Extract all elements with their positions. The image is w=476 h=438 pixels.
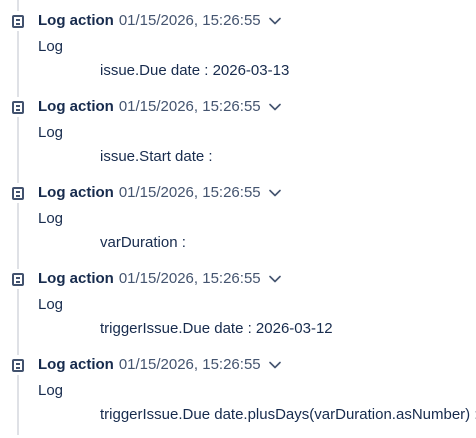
log-entry: Log action 01/15/2026, 15:26:55 Log issu…	[0, 8, 476, 94]
log-document-icon	[8, 97, 28, 117]
log-entry-timestamp: 01/15/2026, 15:26:55	[118, 98, 261, 115]
log-entry: Log action 01/15/2026, 15:26:55 Log varD…	[0, 180, 476, 266]
log-entry-timestamp: 01/15/2026, 15:26:55	[118, 184, 261, 201]
log-entry-header[interactable]: Log action 01/15/2026, 15:26:55	[38, 356, 283, 373]
chevron-down-icon[interactable]	[267, 357, 283, 373]
log-entry: Log action 01/15/2026, 15:26:55 Log trig…	[0, 352, 476, 438]
log-entry-title: Log action	[38, 184, 114, 201]
log-document-icon	[8, 269, 28, 289]
log-entry-header[interactable]: Log action 01/15/2026, 15:26:55	[38, 12, 283, 29]
log-entry-message: varDuration :	[100, 234, 186, 251]
log-document-icon	[8, 183, 28, 203]
chevron-down-icon[interactable]	[267, 185, 283, 201]
log-entry-message: triggerIssue.Due date : 2026-03-12	[100, 320, 333, 337]
log-entry-header[interactable]: Log action 01/15/2026, 15:26:55	[38, 270, 283, 287]
log-entry-label: Log	[38, 38, 64, 55]
log-entry: Log action 01/15/2026, 15:26:55 Log issu…	[0, 94, 476, 180]
log-entry-message: issue.Due date : 2026-03-13	[100, 62, 290, 79]
log-entry-label: Log	[38, 124, 64, 141]
audit-log-list: Log action 01/15/2026, 15:26:55 Log issu…	[0, 8, 476, 438]
log-entry-title: Log action	[38, 12, 114, 29]
log-entry-title: Log action	[38, 270, 114, 287]
log-entry-label: Log	[38, 382, 64, 399]
log-document-icon	[8, 11, 28, 31]
log-entry-label: Log	[38, 296, 64, 313]
log-entry-timestamp: 01/15/2026, 15:26:55	[118, 12, 261, 29]
log-entry-message: issue.Start date :	[100, 148, 213, 165]
log-document-icon	[8, 355, 28, 375]
log-entry-label: Log	[38, 210, 64, 227]
log-entry-header[interactable]: Log action 01/15/2026, 15:26:55	[38, 184, 283, 201]
chevron-down-icon[interactable]	[267, 13, 283, 29]
chevron-down-icon[interactable]	[267, 99, 283, 115]
log-entry-title: Log action	[38, 356, 114, 373]
log-entry: Log action 01/15/2026, 15:26:55 Log trig…	[0, 266, 476, 352]
log-entry-header[interactable]: Log action 01/15/2026, 15:26:55	[38, 98, 283, 115]
log-entry-timestamp: 01/15/2026, 15:26:55	[118, 270, 261, 287]
log-entry-timestamp: 01/15/2026, 15:26:55	[118, 356, 261, 373]
chevron-down-icon[interactable]	[267, 271, 283, 287]
log-entry-title: Log action	[38, 98, 114, 115]
log-entry-message: triggerIssue.Due date.plusDays(varDurati…	[100, 406, 476, 423]
